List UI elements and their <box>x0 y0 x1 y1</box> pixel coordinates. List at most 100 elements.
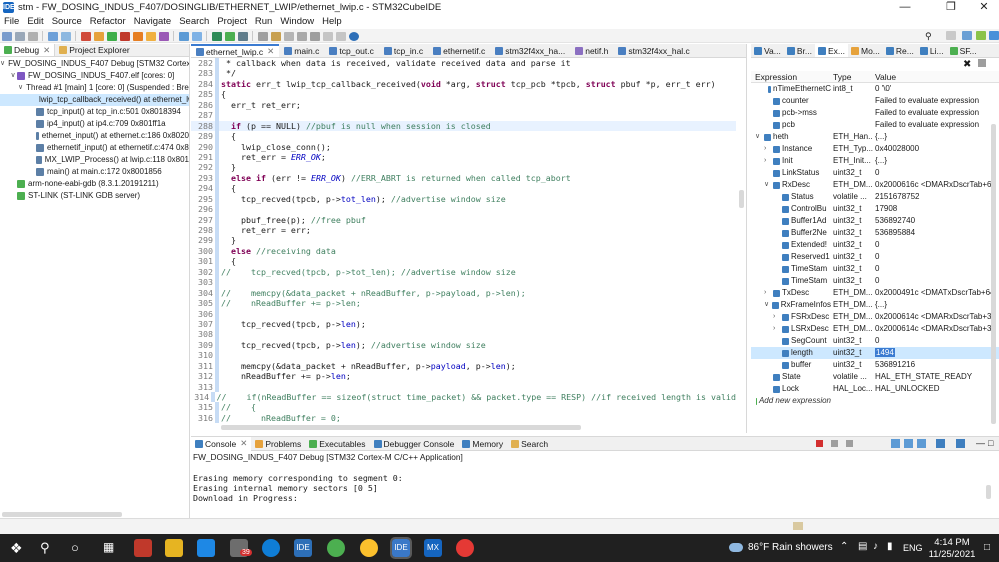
code-line[interactable]: 309 tcp_recved(tpcb, p->len); //advertis… <box>191 339 736 351</box>
tab-breakpoints[interactable]: Br... <box>784 44 815 57</box>
chrome-icon[interactable] <box>360 539 378 557</box>
show-on-output-icon[interactable] <box>917 439 926 448</box>
minimize-view-icon[interactable]: — <box>976 438 985 448</box>
column-header-value[interactable]: Value <box>873 71 993 82</box>
tab-registers[interactable]: Re... <box>883 44 917 57</box>
menu-source[interactable]: Source <box>52 15 82 29</box>
menu-file[interactable]: File <box>4 15 19 29</box>
column-header-type[interactable]: Type <box>831 71 873 82</box>
app-grid-icon[interactable] <box>134 539 152 557</box>
info-icon[interactable] <box>348 31 359 41</box>
save-icon[interactable] <box>14 31 25 41</box>
table-row[interactable]: ControlBu uint32_t 17908 <box>751 203 999 215</box>
horizontal-scrollbar[interactable] <box>221 425 581 430</box>
disconnect-icon[interactable] <box>119 31 130 41</box>
table-row[interactable]: › Init ETH_Init... {...} <box>751 155 999 167</box>
search-icon[interactable]: ⚲ <box>925 31 932 42</box>
tab-search[interactable]: Search <box>507 437 552 451</box>
table-row[interactable]: counter Failed to evaluate expression <box>751 95 999 107</box>
toggle-mark-icon[interactable] <box>283 31 294 41</box>
stack-frame[interactable]: ethernetif_input() at ethernetif.c:474 0… <box>0 142 189 154</box>
tab-memory[interactable]: Memory <box>458 437 507 451</box>
menu-help[interactable]: Help <box>322 15 342 29</box>
chevron-icon[interactable]: › <box>764 155 773 167</box>
code-line[interactable]: 306 <box>191 308 736 319</box>
close-icon[interactable]: ✕ <box>240 438 247 449</box>
cortana-icon[interactable]: ○ <box>71 540 79 555</box>
build-icon[interactable] <box>47 31 58 41</box>
table-row[interactable]: LinkStatus uint32_t 0 <box>751 167 999 179</box>
editor-tab[interactable]: stm32f4xx_ha... <box>490 44 570 57</box>
stack-frame[interactable]: ip4_input() at ip4.c:709 0x801ff1a <box>0 118 189 130</box>
vertical-scrollbar[interactable] <box>986 485 991 499</box>
tree-item[interactable]: arm-none-eabi-gdb (8.3.1.20191211) <box>0 178 189 190</box>
horizontal-scrollbar[interactable] <box>2 512 122 517</box>
maximize-view-icon[interactable]: □ <box>988 438 993 448</box>
forward-icon[interactable] <box>335 31 346 41</box>
chevron-icon[interactable]: › <box>764 287 773 299</box>
tab-live-expressions[interactable]: Li... <box>917 44 947 57</box>
code-line[interactable]: 298 ret_err = err; <box>191 225 736 236</box>
stack-frame[interactable]: main() at main.c:172 0x8001856 <box>0 166 189 178</box>
code-area[interactable]: 282 * callback when data is received, va… <box>191 58 736 424</box>
table-row[interactable]: › LSRxDesc ETH_DM... 0x2000614c <DMARxDscrT… <box>751 323 999 335</box>
code-line[interactable]: 314 // if(nReadBuffer == sizeof(struct ti… <box>191 392 736 403</box>
menu-navigate[interactable]: Navigate <box>134 15 172 29</box>
code-line[interactable]: 304 // memcpy(&data_packet + nReadBuffer,… <box>191 287 736 299</box>
chevron-icon[interactable]: › <box>773 323 782 335</box>
code-line[interactable]: 292 } <box>191 162 736 173</box>
code-line[interactable]: 315 // { <box>191 402 736 413</box>
close-button[interactable]: ✕ <box>969 0 999 15</box>
terminate-icon[interactable] <box>816 440 823 447</box>
table-row[interactable]: SegCount uint32_t 0 <box>751 335 999 347</box>
chrome-icon[interactable] <box>456 539 474 557</box>
tab-variables[interactable]: Va... <box>751 44 784 57</box>
table-row[interactable]: Extended! uint32_t 0 <box>751 239 999 251</box>
debug-run-icon[interactable] <box>211 31 222 41</box>
file-explorer-icon[interactable] <box>165 539 183 557</box>
debug-perspective-icon[interactable] <box>975 31 986 40</box>
table-row[interactable]: Buffer2Ne uint32_t 536895884 <box>751 227 999 239</box>
code-line[interactable]: 291 ret_err = ERR_OK; <box>191 151 736 163</box>
run-icon[interactable] <box>224 31 235 41</box>
tab-project-explorer[interactable]: Project Explorer <box>55 44 133 56</box>
progress-icon[interactable] <box>793 522 803 530</box>
external-tools-icon[interactable] <box>237 31 248 41</box>
tree-item[interactable]: ∨ FW_DOSING_INDUS_F407 Debug [STM32 Corte… <box>0 58 189 70</box>
menu-window[interactable]: Window <box>280 15 314 29</box>
editor-tab[interactable]: tcp_out.c <box>324 44 379 57</box>
clock-date[interactable]: 11/25/2021 <box>927 549 977 560</box>
display-console-icon[interactable] <box>936 439 945 448</box>
code-line[interactable]: 289 { <box>191 131 736 142</box>
step-over-icon[interactable] <box>145 31 156 41</box>
table-row[interactable]: nTimeEthernetC int8_t 0 '\0' <box>751 83 999 95</box>
stm32cubeide-active-icon[interactable]: IDE <box>390 537 412 559</box>
stack-frame[interactable]: MX_LWIP_Process() at lwip.c:118 0x801 <box>0 154 189 166</box>
table-row[interactable]: ∨ heth ETH_Han... {...} <box>751 131 999 143</box>
code-line[interactable]: 294 { <box>191 183 736 194</box>
table-row[interactable]: Status volatile ... 2151678752 <box>751 191 999 203</box>
code-line[interactable]: 296 <box>191 204 736 215</box>
table-row[interactable]: length uint32_t 1494 <box>751 347 999 359</box>
code-line[interactable]: 287 <box>191 110 736 121</box>
code-line[interactable]: 312 nReadBuffer += p->len; <box>191 371 736 382</box>
next-annotation-icon[interactable] <box>296 31 307 41</box>
tree-item[interactable]: ST-LINK (ST-LINK GDB server) <box>0 190 189 202</box>
language-indicator[interactable]: ENG <box>903 543 923 553</box>
code-line[interactable]: 286 err_t ret_err; <box>191 99 736 111</box>
weather-icon[interactable] <box>729 543 743 552</box>
stack-frame[interactable]: ethernet_input() at ethernet.c:186 0x802… <box>0 130 189 142</box>
terminate-icon[interactable] <box>80 31 91 41</box>
code-line[interactable]: 311 memcpy(&data_packet + nReadBuffer, p… <box>191 360 736 372</box>
table-row[interactable]: TimeStam uint32_t 0 <box>751 275 999 287</box>
code-line[interactable]: 305 // nReadBuffer += p->len; <box>191 298 736 309</box>
code-line[interactable]: 301 { <box>191 256 736 267</box>
table-row[interactable]: State volatile ... HAL_ETH_STATE_READY <box>751 371 999 383</box>
windows-start-icon[interactable]: ❖ <box>10 540 23 557</box>
suspend-icon[interactable] <box>93 31 104 41</box>
table-row[interactable]: Lock HAL_Loc... HAL_UNLOCKED <box>751 383 999 395</box>
code-line[interactable]: 310 <box>191 350 736 361</box>
cpp-perspective-icon[interactable] <box>961 31 972 40</box>
prev-annotation-icon[interactable] <box>309 31 320 41</box>
editor-tab[interactable]: ethernet_lwip.c ✕ <box>191 44 280 57</box>
